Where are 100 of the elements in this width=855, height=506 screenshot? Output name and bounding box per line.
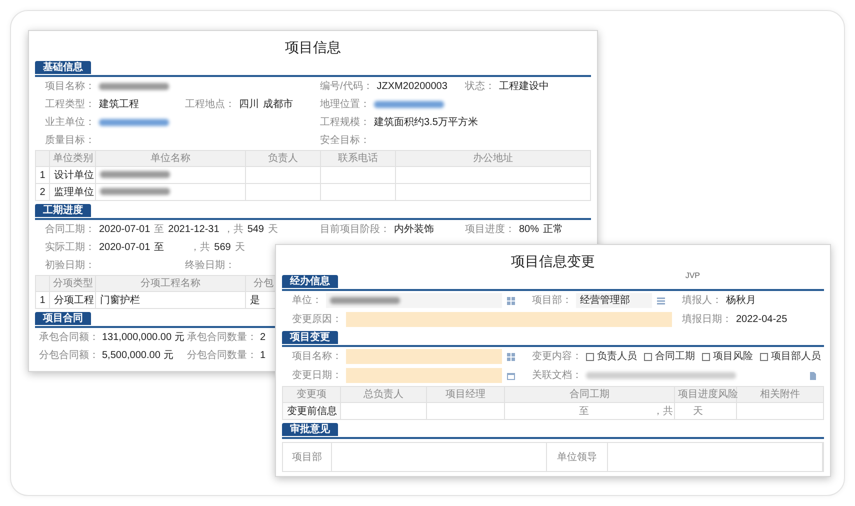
field-value: 549 — [247, 222, 264, 236]
field-label: 合同工期： — [45, 222, 95, 236]
column-header: 分项类型 — [50, 276, 96, 292]
field-label: 承包合同数量： — [187, 330, 257, 344]
field-value: 至 — [154, 222, 164, 236]
field-label: 工程类型： — [45, 98, 95, 112]
grid-icon[interactable] — [506, 296, 516, 306]
column-header: 办公地址 — [396, 150, 590, 166]
row-header: 变更前信息 — [282, 402, 340, 420]
column-header: 负责人 — [246, 150, 320, 166]
table-cell: 设计单位 — [50, 166, 96, 184]
field-label: 项目名称： — [45, 80, 95, 94]
field-value: JZXM20200003 — [376, 80, 448, 94]
field-value: 5,500,000.00 — [102, 348, 160, 362]
field-label: 变更内容： — [532, 350, 582, 364]
field-value: ，共 — [190, 240, 210, 254]
field-label: 变更原因： — [292, 312, 342, 327]
field-label: 状态： — [465, 80, 495, 94]
cell-text: 至 — [579, 404, 589, 418]
comment-field[interactable] — [331, 443, 547, 471]
input-field[interactable] — [326, 293, 502, 308]
field-value: 569 — [214, 240, 231, 254]
field-value: 天 — [234, 240, 245, 254]
table-cell: 分项工程 — [50, 292, 96, 308]
field-label: 单位： — [292, 294, 322, 308]
field-value: 建筑面积约3.5万平方米 — [374, 116, 478, 130]
field-value: 至 — [154, 240, 164, 254]
field-label: 分包合同额： — [39, 348, 99, 362]
column-header: 分项工程名称 — [96, 276, 246, 292]
field-label: 安全目标： — [320, 134, 370, 148]
field-label: 承包合同额： — [39, 330, 99, 344]
row-number: 2 — [36, 184, 50, 200]
field-value: 建筑工程 — [99, 98, 139, 112]
field-value: 杨秋月 — [726, 294, 756, 308]
field-value: 元 — [174, 330, 185, 344]
cell-text: 天 — [693, 404, 703, 418]
field-value: 成都市 — [263, 98, 293, 112]
field-value: ，共 — [223, 222, 244, 236]
list-icon[interactable] — [656, 296, 666, 306]
field-label: 业主单位： — [45, 116, 95, 130]
window-title: 项目信息变更 — [511, 252, 595, 271]
field-label: 填报人： — [682, 294, 722, 308]
column-header: 项目经理 — [426, 386, 504, 402]
checkbox-option[interactable]: 项目部人员 — [760, 349, 821, 364]
field-value: 2021-12-31 — [168, 222, 220, 236]
field-value: 1 — [260, 348, 266, 362]
column-header: 单位类别 — [50, 150, 96, 166]
field-label: 变更日期： — [292, 368, 342, 383]
field-value: 2020-07-01 — [99, 240, 150, 254]
field-value: 2020-07-01 — [99, 222, 150, 236]
field-value: 四川 — [239, 98, 259, 112]
field-value: 131,000,000.00 — [102, 330, 172, 344]
field-value: 天 — [268, 222, 278, 236]
field-label: 终验日期： — [185, 258, 235, 272]
field-label: 项目部： — [532, 294, 572, 308]
column-header: 项目进度风险 — [674, 386, 736, 402]
comment-field[interactable] — [607, 443, 823, 471]
approval-label: 单位领导 — [556, 450, 598, 464]
field-value: 元 — [163, 348, 174, 362]
grid-icon[interactable] — [506, 352, 516, 362]
cell-text: ，共 — [653, 404, 673, 418]
calendar-icon[interactable] — [506, 370, 516, 380]
field-label: 工程地点： — [185, 98, 235, 112]
checkbox-option[interactable]: 项目风险 — [702, 349, 753, 364]
field-value: 80% — [519, 222, 540, 236]
note-text: JVP — [685, 271, 700, 281]
field-label: 项目进度： — [465, 222, 515, 236]
field-label: 工程规模： — [320, 116, 370, 130]
column-header: 总负责人 — [340, 386, 426, 402]
field-value: 2 — [260, 330, 266, 344]
input-field[interactable] — [346, 368, 502, 383]
table-cell: 监理单位 — [50, 184, 96, 200]
window-title: 项目信息 — [285, 38, 341, 57]
input-field[interactable] — [346, 312, 672, 327]
field-label: 地理位置： — [320, 98, 370, 112]
approval-label: 项目部 — [291, 450, 323, 464]
row-number: 1 — [36, 166, 50, 184]
field-value: 工程建设中 — [499, 80, 549, 94]
field-label: 项目名称： — [292, 350, 342, 364]
input-field[interactable]: 经营管理部 — [576, 293, 652, 308]
column-header: 合同工期 — [504, 386, 674, 402]
column-header: 单位名称 — [96, 150, 246, 166]
checkbox-option[interactable]: 负责人员 — [586, 349, 637, 364]
column-header: 相关附件 — [736, 386, 824, 402]
field-label: 分包合同数量： — [187, 348, 257, 362]
input-field[interactable] — [346, 349, 502, 364]
field-label: 实际工期： — [45, 240, 95, 254]
field-label: 编号/代码： — [320, 80, 373, 94]
field-label: 目前项目阶段： — [320, 222, 390, 236]
document-icon[interactable] — [808, 370, 818, 380]
field-label: 填报日期： — [682, 312, 732, 327]
field-label: 初验日期： — [45, 258, 95, 272]
field-label: 关联文档： — [532, 368, 582, 383]
row-number: 1 — [36, 292, 50, 308]
field-value: 内外装饰 — [394, 222, 434, 236]
field-value: 正常 — [543, 222, 564, 236]
table-cell: 门窗护栏 — [96, 292, 246, 308]
column-header: 变更项 — [282, 386, 340, 402]
checkbox-option[interactable]: 合同工期 — [644, 349, 695, 364]
field-value: 2022-04-25 — [736, 313, 788, 327]
